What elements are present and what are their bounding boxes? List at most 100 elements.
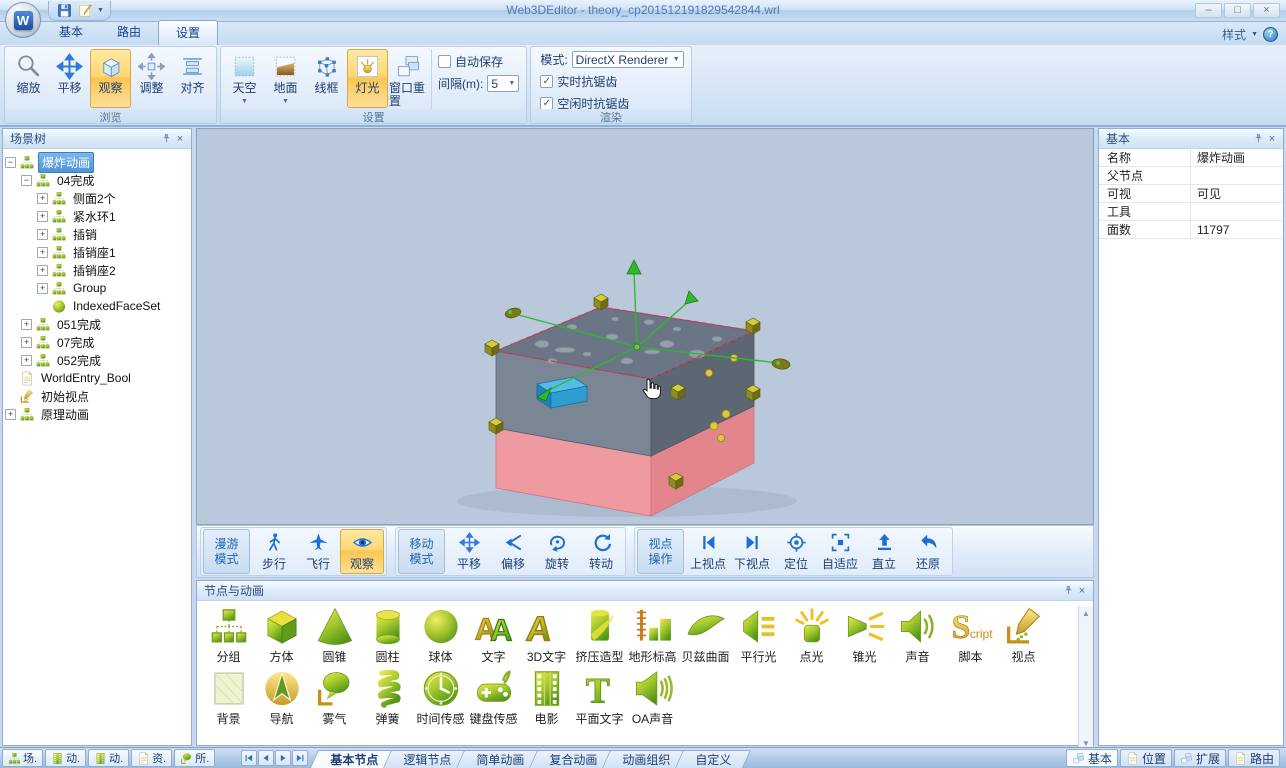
render-checkbox-row[interactable]: ✓ 实时抗锯齿 — [540, 73, 683, 90]
properties-tab[interactable]: 位置 — [1120, 749, 1172, 767]
docked-panel-tab[interactable]: 动. — [88, 749, 129, 767]
tree-item[interactable]: − 爆炸动画 — [5, 153, 189, 171]
style-button[interactable]: 样式 — [1222, 26, 1246, 43]
tree-item-label[interactable]: 爆炸动画 — [38, 152, 94, 173]
ribbon-tab[interactable]: 设置 — [158, 20, 218, 45]
ribbon-button[interactable]: 调整 — [131, 49, 172, 108]
tree-expander-icon[interactable]: − — [5, 157, 16, 168]
tree-item-label[interactable]: 04完成 — [54, 171, 97, 190]
ribbon-button[interactable]: 平移 — [49, 49, 90, 108]
app-logo[interactable]: W — [5, 2, 41, 38]
node-palette-item[interactable]: 导航 — [255, 668, 308, 727]
tree-expander-icon[interactable]: + — [37, 265, 48, 276]
properties-tab[interactable]: 路由 — [1228, 749, 1280, 767]
node-category-tab[interactable]: 基本节点 — [314, 750, 394, 768]
tree-expander-icon[interactable]: + — [21, 319, 32, 330]
help-icon[interactable]: ? — [1263, 27, 1278, 42]
toolbar-button[interactable]: 步行 — [252, 529, 296, 574]
node-palette-item[interactable]: OA声音 — [626, 668, 679, 727]
node-palette-item[interactable]: 雾气 — [308, 668, 361, 727]
tree-expander-icon[interactable]: + — [37, 193, 48, 204]
property-row[interactable]: 工具 — [1099, 203, 1283, 221]
ribbon-button[interactable]: 对齐 — [172, 49, 213, 108]
docked-panel-tab[interactable]: 场. — [2, 749, 43, 767]
node-palette-item[interactable]: 弹簧 — [361, 668, 414, 727]
tree-item-label[interactable]: WorldEntry_Bool — [38, 370, 134, 386]
render-mode-select[interactable]: DirectX Renderer▼ — [572, 51, 684, 68]
node-palette-item[interactable]: 分组 — [202, 606, 255, 665]
tree-expander-icon[interactable]: + — [37, 229, 48, 240]
ribbon-button[interactable]: 窗口重置 ▼ — [388, 49, 429, 108]
prev-tab-icon[interactable] — [258, 750, 274, 766]
roam-mode-button[interactable]: 漫游模式 — [203, 529, 250, 574]
pin-icon[interactable] — [1061, 584, 1075, 598]
node-category-tab[interactable]: 复合动画 — [533, 750, 613, 768]
close-icon[interactable]: × — [1075, 584, 1089, 598]
property-row[interactable]: 名称 爆炸动画 — [1099, 149, 1283, 167]
property-row[interactable]: 父节点 — [1099, 167, 1283, 185]
tree-item[interactable]: + 紧水环1 — [5, 207, 189, 225]
tree-item[interactable]: + 插销座1 — [5, 243, 189, 261]
node-palette-item[interactable]: 挤压造型 — [573, 606, 626, 665]
node-category-tab[interactable]: 动画组织 — [606, 750, 686, 768]
tree-item[interactable]: + 插销 — [5, 225, 189, 243]
toolbar-button[interactable]: 自适应 — [818, 529, 862, 574]
ribbon-tab[interactable]: 基本 — [42, 20, 100, 45]
toolbar-button[interactable]: 直立 — [862, 529, 906, 574]
tree-item[interactable]: + 原理动画 — [5, 405, 189, 423]
tree-expander-icon[interactable]: + — [37, 211, 48, 222]
node-palette-item[interactable]: 方体 — [255, 606, 308, 665]
node-palette-item[interactable]: 背景 — [202, 668, 255, 727]
node-palette-item[interactable]: 贝兹曲面 — [679, 606, 732, 665]
tree-expander-icon[interactable]: + — [21, 355, 32, 366]
node-palette-item[interactable]: T 平面文字 — [573, 668, 626, 727]
node-palette-item[interactable]: 地形标高 — [626, 606, 679, 665]
docked-panel-tab[interactable]: 动. — [45, 749, 86, 767]
properties-tab[interactable]: 基本 — [1066, 749, 1118, 767]
last-tab-icon[interactable] — [292, 750, 308, 766]
ribbon-tab[interactable]: 路由 — [100, 20, 158, 45]
node-palette-item[interactable]: 圆柱 — [361, 606, 414, 665]
ribbon-button[interactable]: 线框 ▼ — [306, 49, 347, 108]
tree-item-label[interactable]: 原理动画 — [38, 405, 92, 424]
node-palette-item[interactable]: A 3D文字 — [520, 606, 573, 665]
node-palette-item[interactable]: 点光 — [785, 606, 838, 665]
scroll-up-icon[interactable]: ▲ — [1082, 606, 1090, 621]
tree-item-label[interactable]: 07完成 — [54, 333, 97, 352]
node-palette-item[interactable]: AA 文字 — [467, 606, 520, 665]
close-button[interactable]: × — [1253, 3, 1280, 18]
next-tab-icon[interactable] — [275, 750, 291, 766]
tree-item-label[interactable]: 初始视点 — [38, 387, 92, 406]
tree-expander-icon[interactable]: + — [37, 247, 48, 258]
tree-item-label[interactable]: 插销座1 — [70, 243, 119, 262]
ribbon-button[interactable]: 地面 ▼ — [265, 49, 306, 108]
vertical-scrollbar[interactable]: ▲ ▼ — [1078, 606, 1093, 751]
toolbar-button[interactable]: 飞行 — [296, 529, 340, 574]
toolbar-button[interactable]: 上视点 — [686, 529, 730, 574]
viewpoint-ops-button[interactable]: 视点操作 — [637, 529, 684, 574]
tree-expander-icon[interactable]: + — [5, 409, 16, 420]
tree-item-label[interactable]: 插销 — [70, 225, 100, 244]
tree-item[interactable]: WorldEntry_Bool — [5, 369, 189, 387]
tree-item[interactable]: + Group — [5, 279, 189, 297]
tree-item[interactable]: + 插销座2 — [5, 261, 189, 279]
autosave-checkbox[interactable] — [438, 55, 451, 68]
node-category-tab[interactable]: 逻辑节点 — [387, 750, 467, 768]
toolbar-button[interactable]: 下视点 — [730, 529, 774, 574]
ribbon-button[interactable]: 观察 — [90, 49, 131, 108]
tree-item[interactable]: + 051完成 — [5, 315, 189, 333]
tree-expander-icon[interactable]: − — [21, 175, 32, 186]
toolbar-button[interactable]: 定位 — [774, 529, 818, 574]
close-icon[interactable]: × — [173, 132, 187, 146]
toolbar-button[interactable]: 旋转 — [535, 529, 579, 574]
property-row[interactable]: 可视 可见 — [1099, 185, 1283, 203]
docked-panel-tab[interactable]: 所. — [174, 749, 215, 767]
toolbar-button[interactable]: 平移 — [447, 529, 491, 574]
checkbox[interactable]: ✓ — [540, 75, 553, 88]
3d-viewport[interactable] — [196, 128, 1094, 525]
autosave-checkbox-row[interactable]: 自动保存 — [438, 53, 519, 70]
tree-item-label[interactable]: 051完成 — [54, 315, 104, 334]
properties-tab[interactable]: 扩展 — [1174, 749, 1226, 767]
tree-item-label[interactable]: 侧面2个 — [70, 189, 119, 208]
tree-item-label[interactable]: Group — [70, 280, 109, 296]
